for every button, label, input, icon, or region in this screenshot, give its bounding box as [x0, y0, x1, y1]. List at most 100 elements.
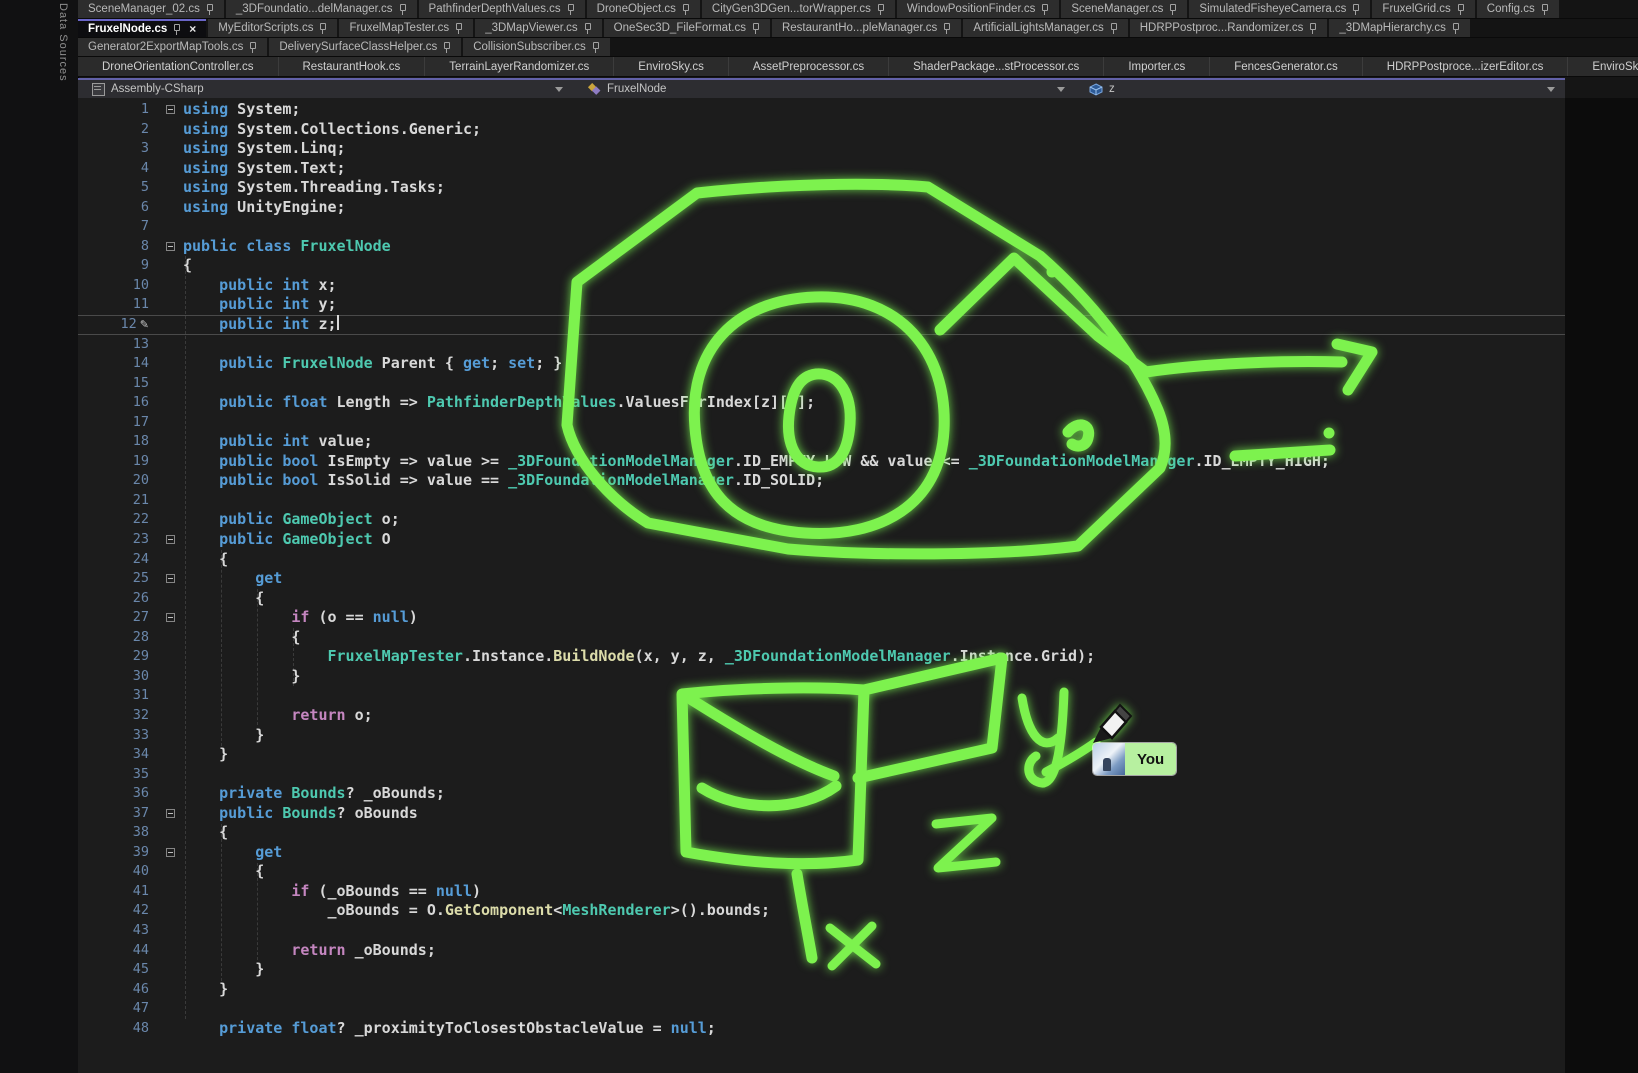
tab-deliverysurfaceclasshelper-cs[interactable]: DeliverySurfaceClassHelper.cs	[269, 38, 461, 56]
code-line-5[interactable]: 5using System.Threading.Tasks;	[78, 178, 1565, 198]
tab-config-cs[interactable]: Config.cs	[1477, 0, 1559, 18]
tab-citygen3dgen-torwrapper-cs[interactable]: CityGen3DGen...torWrapper.cs	[702, 0, 895, 18]
code-line-12[interactable]: 12✎ public int z;	[78, 315, 1565, 335]
fold-collapse-icon[interactable]	[166, 242, 175, 251]
chevron-down-icon[interactable]	[1547, 87, 1555, 92]
code-line-14[interactable]: 14 public FruxelNode Parent { get; set; …	[78, 354, 1565, 374]
member-dropdown[interactable]: z	[1075, 80, 1565, 98]
pushpin-icon[interactable]	[173, 24, 181, 35]
code-line-23[interactable]: 23 public GameObject O	[78, 530, 1565, 550]
code-line-39[interactable]: 39 get	[78, 843, 1565, 863]
fold-collapse-icon[interactable]	[166, 574, 175, 583]
code-line-22[interactable]: 22 public GameObject o;	[78, 510, 1565, 530]
tab--3dfoundatio-delmanager-cs[interactable]: _3DFoundatio...delManager.cs	[226, 0, 417, 18]
code-line-44[interactable]: 44 return _oBounds;	[78, 941, 1565, 961]
pushpin-icon[interactable]	[752, 23, 760, 34]
pushpin-icon[interactable]	[319, 23, 327, 34]
code-line-25[interactable]: 25 get	[78, 569, 1565, 589]
code-line-32[interactable]: 32 return o;	[78, 706, 1565, 726]
code-line-17[interactable]: 17	[78, 413, 1565, 433]
tab-fruxelmaptester-cs[interactable]: FruxelMapTester.cs	[339, 19, 473, 37]
code-line-38[interactable]: 38 {	[78, 823, 1565, 843]
pushpin-icon[interactable]	[592, 42, 600, 53]
code-line-9[interactable]: 9{	[78, 256, 1565, 276]
tab-hdrppostproce-izereditor-cs[interactable]: HDRPPostproce...izerEditor.cs	[1363, 57, 1569, 76]
tab--3dmapviewer-cs[interactable]: _3DMapViewer.cs	[475, 19, 601, 37]
code-line-19[interactable]: 19 public bool IsEmpty => value >= _3DFo…	[78, 452, 1565, 472]
pushpin-icon[interactable]	[943, 23, 951, 34]
code-line-13[interactable]: 13	[78, 335, 1565, 355]
chevron-down-icon[interactable]	[555, 87, 563, 92]
tab-envirosky-cs[interactable]: EnviroSky.cs	[614, 57, 729, 76]
pushpin-icon[interactable]	[877, 4, 885, 15]
data-sources-vertical-tab[interactable]: Data Sources	[57, 3, 69, 82]
code-line-36[interactable]: 36 private Bounds? _oBounds;	[78, 784, 1565, 804]
code-line-3[interactable]: 3using System.Linq;	[78, 139, 1565, 159]
pushpin-icon[interactable]	[1457, 4, 1465, 15]
fold-collapse-icon[interactable]	[166, 613, 175, 622]
code-line-21[interactable]: 21	[78, 491, 1565, 511]
pushpin-icon[interactable]	[1541, 4, 1549, 15]
code-line-15[interactable]: 15	[78, 374, 1565, 394]
tab-droneobject-cs[interactable]: DroneObject.cs	[587, 0, 700, 18]
code-line-27[interactable]: 27 if (o == null)	[78, 608, 1565, 628]
chevron-down-icon[interactable]	[1057, 87, 1065, 92]
code-line-18[interactable]: 18 public int value;	[78, 432, 1565, 452]
tab-scenemanager-02-cs[interactable]: SceneManager_02.cs	[78, 0, 224, 18]
code-line-47[interactable]: 47	[78, 999, 1565, 1019]
code-line-26[interactable]: 26 {	[78, 589, 1565, 609]
tab-generator2exportmaptools-cs[interactable]: Generator2ExportMapTools.cs	[78, 38, 267, 56]
code-line-46[interactable]: 46 }	[78, 980, 1565, 1000]
pushpin-icon[interactable]	[567, 4, 575, 15]
code-line-6[interactable]: 6using UnityEngine;	[78, 198, 1565, 218]
tab-myeditorscripts-cs[interactable]: MyEditorScripts.cs	[208, 19, 337, 37]
tab-droneorientationcontroller-cs[interactable]: DroneOrientationController.cs	[78, 57, 279, 76]
tab-scenemanager-cs[interactable]: SceneManager.cs	[1061, 0, 1187, 18]
tab-windowpositionfinder-cs[interactable]: WindowPositionFinder.cs	[897, 0, 1059, 18]
tab-hdrppostproc-randomizer-cs[interactable]: HDRPPostproc...Randomizer.cs	[1130, 19, 1328, 37]
pushpin-icon[interactable]	[682, 4, 690, 15]
tab-fruxelgrid-cs[interactable]: FruxelGrid.cs	[1372, 0, 1474, 18]
code-line-33[interactable]: 33 }	[78, 726, 1565, 746]
tab-onesec3d-fileformat-cs[interactable]: OneSec3D_FileFormat.cs	[604, 19, 770, 37]
code-line-28[interactable]: 28 {	[78, 628, 1565, 648]
tab-restauranthook-cs[interactable]: RestaurantHook.cs	[279, 57, 426, 76]
code-line-37[interactable]: 37 public Bounds? oBounds	[78, 804, 1565, 824]
code-line-24[interactable]: 24 {	[78, 550, 1565, 570]
tab-pathfinderdepthvalues-cs[interactable]: PathfinderDepthValues.cs	[419, 0, 585, 18]
code-line-20[interactable]: 20 public bool IsSolid => value == _3DFo…	[78, 471, 1565, 491]
code-line-7[interactable]: 7	[78, 217, 1565, 237]
pushpin-icon[interactable]	[1169, 4, 1177, 15]
code-line-34[interactable]: 34 }	[78, 745, 1565, 765]
pushpin-icon[interactable]	[1309, 23, 1317, 34]
fold-collapse-icon[interactable]	[166, 535, 175, 544]
pushpin-icon[interactable]	[249, 42, 257, 53]
fold-collapse-icon[interactable]	[166, 105, 175, 114]
code-line-48[interactable]: 48 private float? _proximityToClosestObs…	[78, 1019, 1565, 1039]
code-line-10[interactable]: 10 public int x;	[78, 276, 1565, 296]
tab-restaurantho-plemanager-cs[interactable]: RestaurantHo...pleManager.cs	[772, 19, 961, 37]
tab-fencesgenerator-cs[interactable]: FencesGenerator.cs	[1210, 57, 1363, 76]
tab--3dmaphierarchy-cs[interactable]: _3DMapHierarchy.cs	[1329, 19, 1470, 37]
tab-terrainlayerrandomizer-cs[interactable]: TerrainLayerRandomizer.cs	[425, 57, 614, 76]
code-line-35[interactable]: 35	[78, 765, 1565, 785]
type-dropdown[interactable]: FruxelNode	[573, 80, 1075, 98]
tab-enviroskymgr-cs[interactable]: EnviroSkyMgr.cs	[1568, 57, 1638, 76]
code-line-16[interactable]: 16 public float Length => PathfinderDept…	[78, 393, 1565, 413]
code-line-1[interactable]: 1using System;	[78, 100, 1565, 120]
code-line-31[interactable]: 31	[78, 686, 1565, 706]
tab-shaderpackage-stprocessor-cs[interactable]: ShaderPackage...stProcessor.cs	[889, 57, 1104, 76]
project-dropdown[interactable]: Assembly-CSharp	[78, 80, 573, 98]
fold-collapse-icon[interactable]	[166, 848, 175, 857]
pushpin-icon[interactable]	[584, 23, 592, 34]
fold-collapse-icon[interactable]	[166, 809, 175, 818]
tab-collisionsubscriber-cs[interactable]: CollisionSubscriber.cs	[463, 38, 610, 56]
code-line-11[interactable]: 11 public int y;	[78, 295, 1565, 315]
code-line-41[interactable]: 41 if (_oBounds == null)	[78, 882, 1565, 902]
tab-artificiallightsmanager-cs[interactable]: ArtificialLightsManager.cs	[963, 19, 1127, 37]
pushpin-icon[interactable]	[1352, 4, 1360, 15]
pushpin-icon[interactable]	[206, 4, 214, 15]
pushpin-icon[interactable]	[455, 23, 463, 34]
code-line-43[interactable]: 43	[78, 921, 1565, 941]
code-line-45[interactable]: 45 }	[78, 960, 1565, 980]
